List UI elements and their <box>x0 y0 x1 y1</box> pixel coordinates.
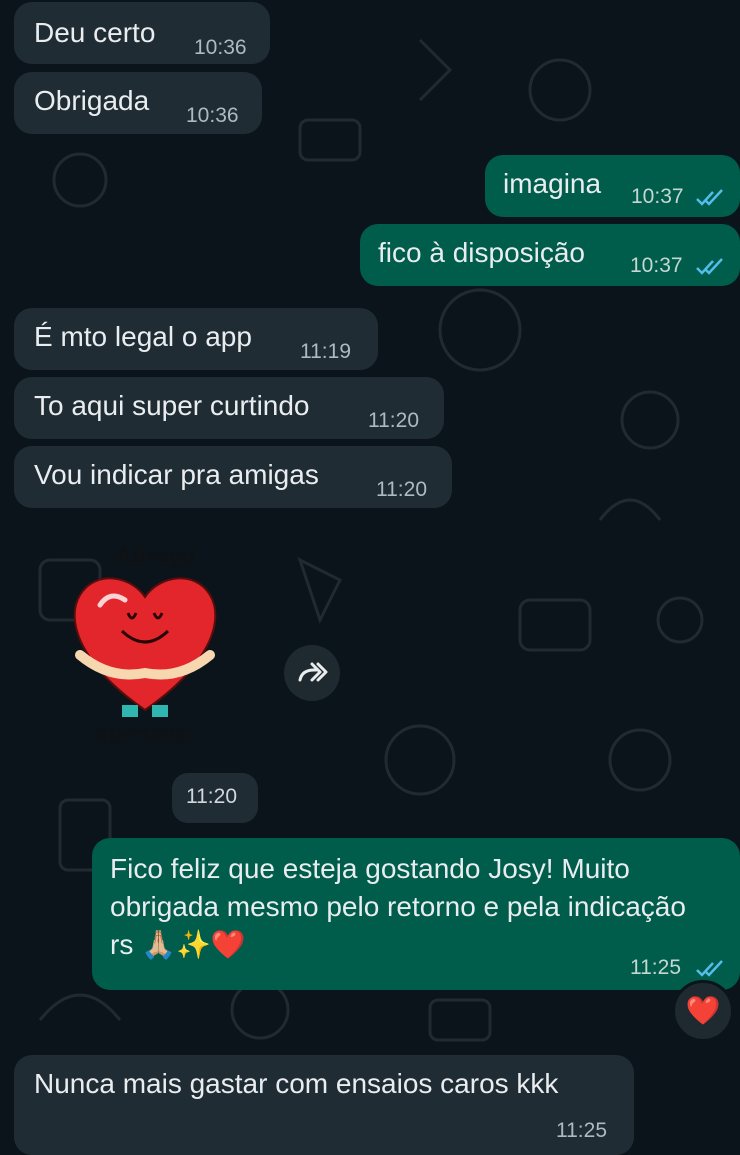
double-check-icon <box>696 189 723 206</box>
heart-reaction-icon: ❤️ <box>685 995 721 1026</box>
double-check-icon <box>696 258 723 275</box>
message-text: imagina <box>503 168 602 199</box>
forward-icon <box>298 662 328 682</box>
outgoing-message[interactable]: Fico feliz que esteja gostando Josy! Mui… <box>92 838 740 990</box>
sticker-caption-top: Abraço <box>114 544 195 569</box>
outgoing-message[interactable]: imagina 10:37 <box>485 155 740 217</box>
message-time: 11:25 <box>630 956 681 979</box>
message-time: 10:37 <box>630 254 683 277</box>
reaction-badge[interactable]: ❤️ <box>672 980 734 1042</box>
forward-button[interactable] <box>284 645 340 701</box>
message-time: 10:37 <box>631 185 684 208</box>
message-time: 11:19 <box>300 340 351 363</box>
message-time: 11:20 <box>376 478 427 501</box>
message-text: É mto legal o app <box>34 321 252 352</box>
incoming-message[interactable]: Deu certo 10:36 <box>14 2 270 64</box>
message-time: 11:20 <box>368 409 419 432</box>
chat-area[interactable]: Deu certo 10:36 Obrigada 10:36 imagina 1… <box>0 0 740 1155</box>
message-time: 11:20 <box>186 785 237 808</box>
message-text: Vou indicar pra amigas <box>34 459 319 490</box>
incoming-message[interactable]: Vou indicar pra amigas 11:20 <box>14 446 452 508</box>
message-text: To aqui super curtindo <box>34 390 310 421</box>
message-text: Deu certo <box>34 17 156 48</box>
message-text: Fico feliz que esteja gostando Josy! Mui… <box>110 853 686 960</box>
incoming-message[interactable]: To aqui super curtindo 11:20 <box>14 377 444 439</box>
incoming-message[interactable]: Nunca mais gastar com ensaios caros kkk … <box>14 1055 634 1155</box>
incoming-message[interactable]: Obrigada 10:36 <box>14 72 262 134</box>
message-text: Obrigada <box>34 85 150 116</box>
outgoing-message[interactable]: fico à disposição 10:37 <box>360 224 740 286</box>
message-time: 11:25 <box>556 1119 607 1142</box>
message-text: fico à disposição <box>378 237 586 268</box>
sticker-time-badge: 11:20 <box>172 773 258 823</box>
sticker-caption-bottom: apertado <box>96 721 187 745</box>
message-time: 10:36 <box>194 36 247 59</box>
heart-hug-sticker[interactable]: Abraço apertado <box>60 535 230 745</box>
message-text: Nunca mais gastar com ensaios caros kkk <box>34 1068 559 1099</box>
incoming-message[interactable]: É mto legal o app 11:19 <box>14 308 378 370</box>
double-check-icon <box>696 960 723 977</box>
message-time: 10:36 <box>186 104 239 127</box>
